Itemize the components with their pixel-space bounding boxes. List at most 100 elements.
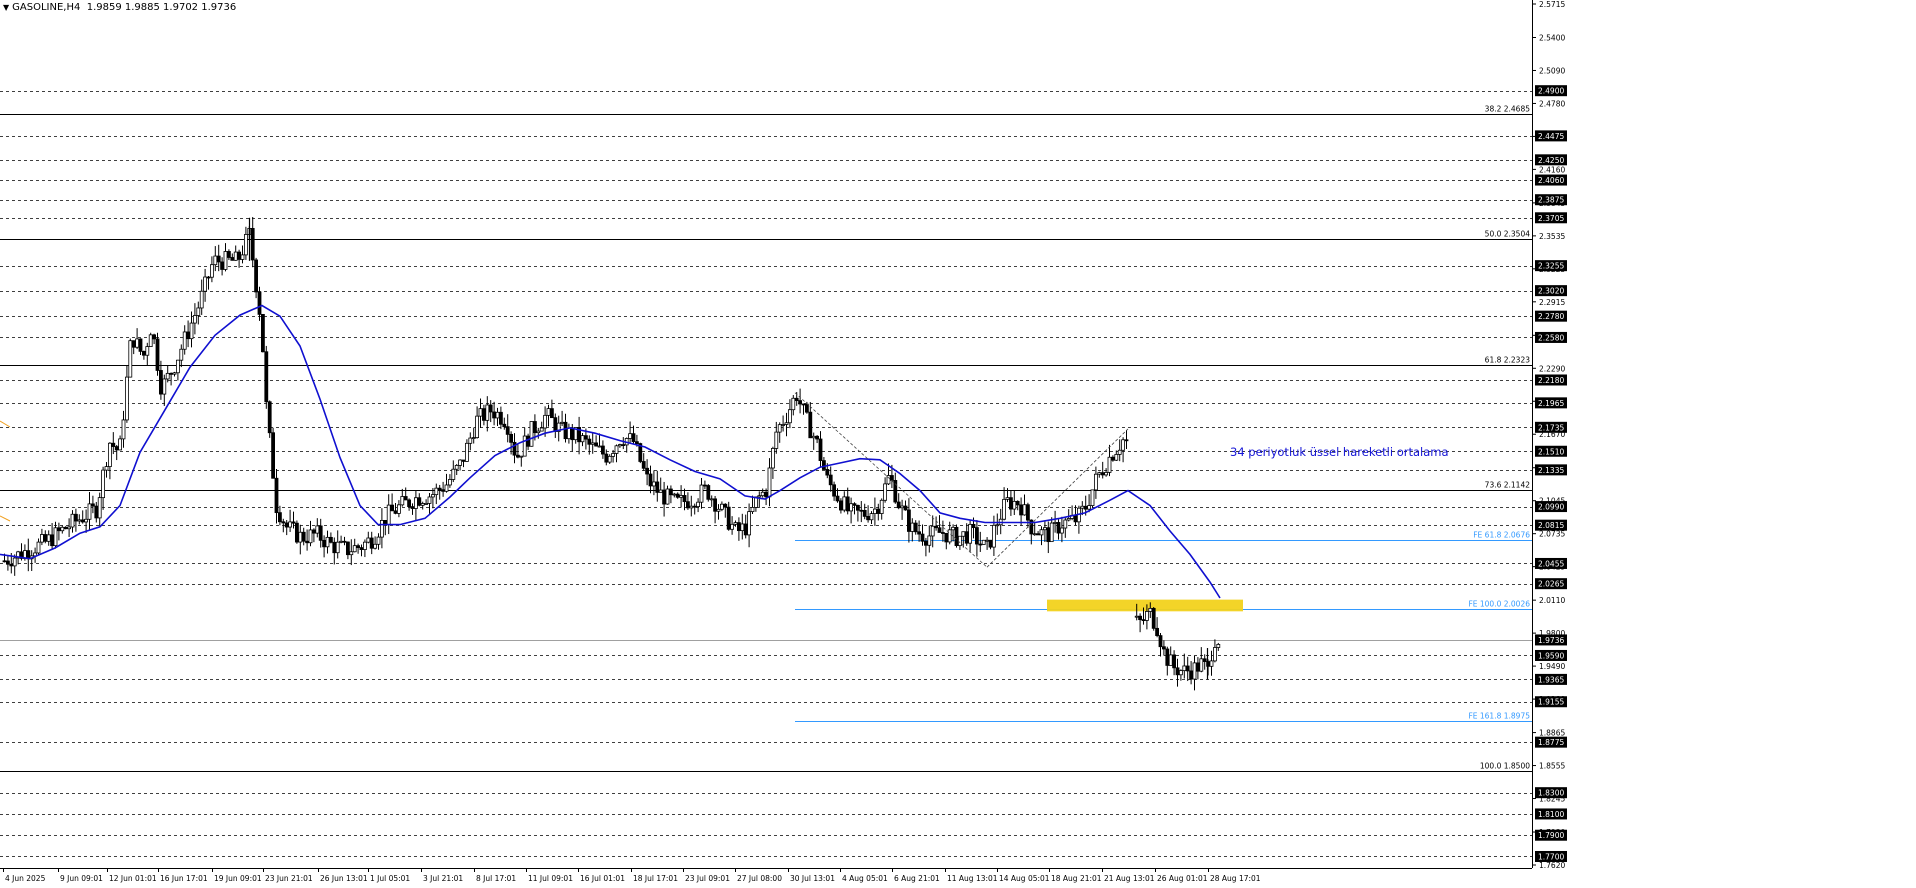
candle-body bbox=[1094, 473, 1098, 491]
candle-body bbox=[539, 427, 544, 432]
candle-body bbox=[665, 488, 670, 505]
candle-body bbox=[376, 536, 381, 545]
candle[interactable] bbox=[148, 332, 153, 347]
candle-body bbox=[281, 521, 286, 524]
candle[interactable] bbox=[529, 421, 534, 447]
candle-body bbox=[703, 484, 707, 487]
candle[interactable] bbox=[264, 345, 269, 409]
time-tick-label: 16 Jul 01:01 bbox=[580, 874, 625, 883]
candle-body bbox=[481, 408, 486, 421]
candle-body bbox=[621, 444, 626, 446]
candle-body bbox=[94, 505, 99, 519]
fibo-level-label: 61.8 2.2323 bbox=[1485, 356, 1531, 365]
candle[interactable] bbox=[271, 427, 276, 479]
candle-body bbox=[57, 527, 61, 532]
candle-body bbox=[798, 400, 802, 405]
candle[interactable] bbox=[260, 313, 265, 353]
candle-body bbox=[526, 435, 530, 447]
fibo-level-label: 50.0 2.3504 bbox=[1485, 230, 1531, 239]
time-tick-label: 23 Jun 21:01 bbox=[265, 874, 313, 883]
candle-body bbox=[743, 523, 748, 536]
candle-body bbox=[396, 504, 401, 514]
candle-body bbox=[359, 547, 364, 550]
candle[interactable] bbox=[254, 257, 259, 299]
candle-body bbox=[196, 307, 201, 316]
candle-body bbox=[903, 505, 908, 511]
price-tag-label: 2.2780 bbox=[1538, 312, 1564, 321]
candle[interactable] bbox=[155, 332, 160, 376]
candle-body bbox=[441, 489, 446, 492]
candle-body bbox=[393, 510, 398, 514]
candle-body bbox=[121, 419, 126, 440]
candle-body bbox=[332, 541, 337, 554]
candle-body bbox=[992, 524, 996, 548]
price-tick-label: 2.4160 bbox=[1539, 165, 1565, 174]
candle-body bbox=[601, 445, 605, 455]
candle-body bbox=[485, 404, 490, 421]
candle[interactable] bbox=[267, 400, 272, 438]
candle-body bbox=[141, 350, 146, 356]
price-tag-label: 2.1965 bbox=[1538, 399, 1564, 408]
time-tick-label: 26 Aug 01:01 bbox=[1157, 874, 1208, 883]
candle-body bbox=[155, 338, 160, 371]
fibo-level-label: 100.0 1.8500 bbox=[1480, 762, 1530, 771]
candle-body bbox=[794, 397, 799, 402]
candle-body bbox=[689, 505, 694, 509]
ema-annotation: 34 periyotluk üssel hareketli ortalama bbox=[1230, 445, 1449, 459]
candle-body bbox=[985, 539, 989, 542]
candle-body bbox=[148, 334, 153, 347]
candle-body bbox=[720, 503, 724, 510]
candle-body bbox=[781, 424, 785, 426]
dropdown-arrow-icon[interactable]: ▼ bbox=[3, 3, 9, 12]
time-tick-label: 27 Jul 08:00 bbox=[737, 874, 782, 883]
candle[interactable] bbox=[954, 524, 959, 548]
candle-body bbox=[1056, 522, 1061, 534]
candle-body bbox=[961, 531, 966, 537]
candle-body bbox=[1124, 439, 1129, 442]
candle-body bbox=[206, 276, 211, 279]
candle-body bbox=[492, 411, 497, 419]
candle-body bbox=[614, 445, 619, 454]
price-tick-label: 2.0110 bbox=[1539, 596, 1565, 605]
candle-body bbox=[1199, 658, 1204, 672]
candle[interactable] bbox=[128, 338, 133, 378]
candle-body bbox=[1145, 611, 1149, 621]
candle-body bbox=[488, 404, 493, 413]
candle-body bbox=[822, 460, 826, 470]
target-zone-rect[interactable] bbox=[1047, 599, 1243, 612]
candle-body bbox=[764, 491, 768, 498]
price-tag-label: 1.7900 bbox=[1538, 831, 1564, 840]
candle-body bbox=[594, 442, 598, 447]
candle-body bbox=[1172, 654, 1176, 669]
candle-body bbox=[1202, 658, 1207, 662]
candle-body bbox=[271, 432, 276, 479]
candle[interactable] bbox=[1151, 606, 1156, 631]
price-chart[interactable]: 38.2 2.4685 50.0 2.3504 61.8 2.2323 73.6 2.… bbox=[0, 0, 1916, 888]
candle-body bbox=[478, 408, 483, 417]
candle-body bbox=[53, 527, 58, 547]
candle[interactable] bbox=[981, 539, 986, 545]
candle-body bbox=[737, 522, 741, 532]
candle-body bbox=[352, 545, 357, 553]
time-tick-label: 18 Aug 21:01 bbox=[1051, 874, 1102, 883]
candle-body bbox=[1175, 667, 1180, 676]
price-tag-label: 1.7700 bbox=[1538, 852, 1564, 861]
candle-body bbox=[182, 331, 187, 350]
candle-body bbox=[852, 503, 857, 506]
candle-body bbox=[801, 403, 806, 406]
candle-body bbox=[1104, 472, 1108, 476]
candle-body bbox=[213, 255, 218, 266]
candle-body bbox=[1111, 456, 1115, 461]
candle[interactable] bbox=[294, 520, 299, 544]
candle-body bbox=[165, 372, 170, 380]
price-tag-label: 2.2580 bbox=[1538, 333, 1564, 342]
candle-body bbox=[682, 495, 687, 503]
candle-body bbox=[1209, 660, 1214, 667]
candle-body bbox=[70, 513, 75, 528]
candle-body bbox=[1151, 607, 1156, 629]
candle[interactable] bbox=[1090, 489, 1095, 508]
price-tag-label: 2.3705 bbox=[1538, 214, 1564, 223]
candle-body bbox=[995, 524, 1000, 527]
candle-body bbox=[1015, 500, 1020, 506]
candle[interactable] bbox=[706, 484, 711, 502]
